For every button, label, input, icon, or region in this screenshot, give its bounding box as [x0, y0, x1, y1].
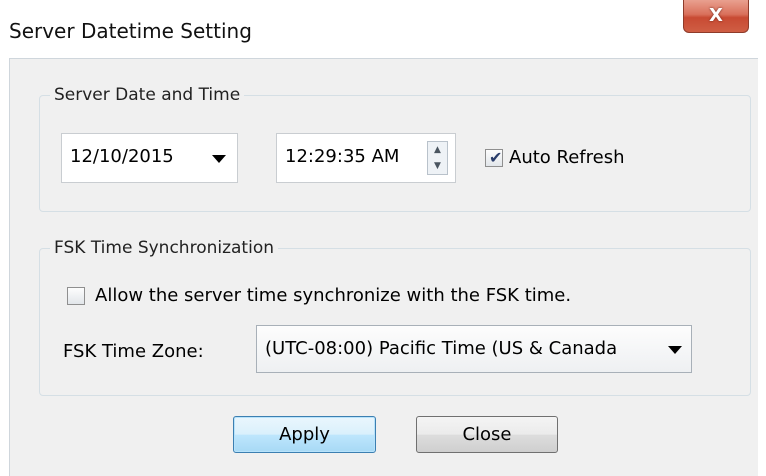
time-value: 12:29:35 AM	[285, 146, 400, 167]
allow-sync-label[interactable]: Allow the server time synchronize with t…	[95, 285, 571, 306]
auto-refresh-label[interactable]: Auto Refresh	[509, 147, 625, 168]
auto-refresh-checkbox[interactable]: ✔	[485, 148, 503, 167]
time-zone-select[interactable]: (UTC-08:00) Pacific Time (US & Canada	[256, 325, 692, 373]
window-title: Server Datetime Setting	[9, 19, 252, 43]
close-button[interactable]: Close	[416, 416, 558, 453]
date-value: 12/10/2015	[70, 146, 174, 167]
window-close-button[interactable]: X	[683, 0, 749, 33]
spin-up-icon[interactable]: ▲	[428, 142, 447, 158]
apply-button[interactable]: Apply	[233, 416, 376, 453]
spin-down-icon[interactable]: ▼	[428, 158, 447, 174]
fsk-sync-group-title: FSK Time Synchronization	[50, 237, 278, 259]
date-picker[interactable]: 12/10/2015	[61, 133, 238, 183]
time-spin-buttons[interactable]: ▲ ▼	[427, 141, 448, 175]
fsk-sync-group: FSK Time Synchronization	[39, 237, 751, 396]
chevron-down-icon[interactable]	[212, 155, 226, 164]
time-picker[interactable]: 12:29:35 AM ▲ ▼	[276, 133, 456, 183]
chevron-down-icon[interactable]	[668, 346, 682, 355]
time-zone-value: (UTC-08:00) Pacific Time (US & Canada	[265, 338, 618, 359]
allow-sync-checkbox[interactable]	[67, 287, 85, 305]
title-bar: Server Datetime Setting X	[0, 0, 766, 58]
check-icon: ✔	[489, 148, 503, 167]
time-zone-label: FSK Time Zone:	[63, 341, 204, 362]
close-icon: X	[709, 5, 723, 26]
server-datetime-group-title: Server Date and Time	[50, 84, 245, 106]
window-frame-right	[758, 58, 766, 476]
dialog-client-area: Server Date and Time 12/10/2015 12:29:35…	[9, 58, 758, 476]
